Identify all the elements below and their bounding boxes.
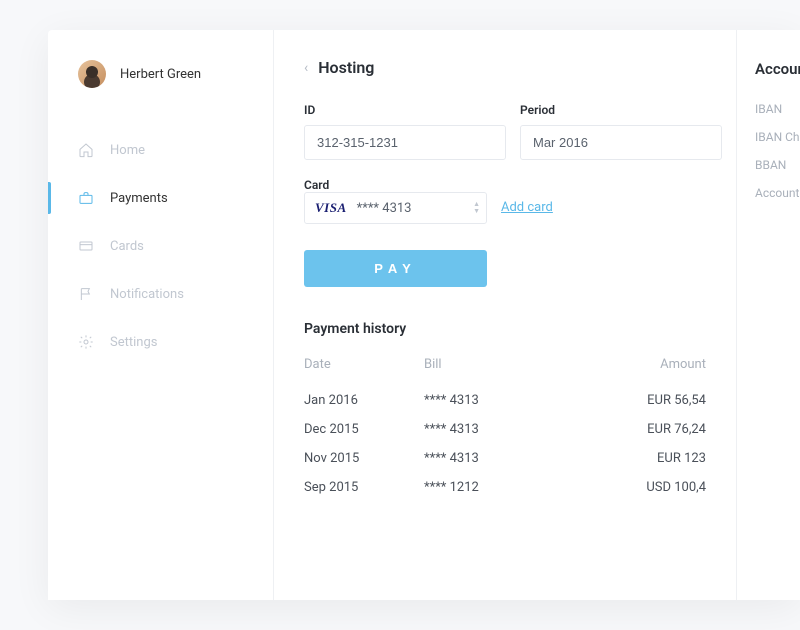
app-window: Herbert Green Home Payments Cards Notifi… [48, 30, 800, 600]
card-select[interactable]: VISA **** 4313 ▲▼ [304, 192, 487, 224]
nav-label: Cards [110, 239, 144, 254]
account-label: IBAN Check [755, 130, 800, 144]
nav-label: Home [110, 143, 145, 158]
account-label: BBAN [755, 158, 800, 172]
sidebar-item-cards[interactable]: Cards [48, 222, 273, 270]
account-label: Account Number [755, 186, 800, 200]
main-content: ‹ Hosting ID Period Card VISA **** 4313 … [274, 30, 736, 600]
cell-amount: USD 100,4 [616, 480, 706, 495]
profile-name: Herbert Green [120, 67, 201, 82]
cell-date: Sep 2015 [304, 480, 424, 495]
table-row: Sep 2015 **** 1212 USD 100,4 [304, 473, 706, 502]
sidebar-item-payments[interactable]: Payments [48, 174, 273, 222]
avatar [78, 60, 106, 88]
id-input[interactable] [304, 125, 506, 160]
title-row: ‹ Hosting [304, 58, 706, 77]
add-card-link[interactable]: Add card [501, 200, 553, 224]
cell-date: Jan 2016 [304, 393, 424, 408]
card-label: Card [304, 178, 706, 192]
table-row: Jan 2016 **** 4313 EUR 56,54 [304, 386, 706, 415]
cell-bill: **** 4313 [424, 451, 616, 466]
card-row: VISA **** 4313 ▲▼ Add card [304, 192, 706, 224]
nav: Home Payments Cards Notifications Settin… [48, 126, 273, 366]
field-period: Period [520, 103, 722, 160]
period-input[interactable] [520, 125, 722, 160]
profile[interactable]: Herbert Green [48, 60, 273, 126]
table-row: Dec 2015 **** 4313 EUR 76,24 [304, 415, 706, 444]
col-amount-header: Amount [616, 357, 706, 372]
col-bill-header: Bill [424, 357, 616, 372]
cell-amount: EUR 56,54 [616, 393, 706, 408]
sidebar-item-notifications[interactable]: Notifications [48, 270, 273, 318]
id-label: ID [304, 103, 506, 117]
cell-amount: EUR 76,24 [616, 422, 706, 437]
pay-button[interactable]: PAY [304, 250, 487, 287]
table-row: Nov 2015 **** 4313 EUR 123 [304, 444, 706, 473]
stepper-icon[interactable]: ▲▼ [473, 197, 480, 219]
period-label: Period [520, 103, 722, 117]
cell-amount: EUR 123 [616, 451, 706, 466]
flag-icon [78, 286, 94, 302]
card-masked: **** 4313 [357, 201, 412, 216]
card-icon [78, 238, 94, 254]
sidebar-item-home[interactable]: Home [48, 126, 273, 174]
cell-bill: **** 1212 [424, 480, 616, 495]
sidebar-item-settings[interactable]: Settings [48, 318, 273, 366]
home-icon [78, 142, 94, 158]
nav-label: Notifications [110, 287, 184, 302]
account-title: Account [755, 60, 800, 78]
account-label: IBAN [755, 102, 800, 116]
page-title: Hosting [318, 58, 374, 77]
history-title: Payment history [304, 321, 706, 337]
form-row-1: ID Period [304, 103, 706, 160]
cell-date: Nov 2015 [304, 451, 424, 466]
sidebar: Herbert Green Home Payments Cards Notifi… [48, 30, 274, 600]
visa-logo: VISA [315, 200, 347, 216]
history-head: Date Bill Amount [304, 357, 706, 372]
cell-bill: **** 4313 [424, 422, 616, 437]
briefcase-icon [78, 190, 94, 206]
back-chevron-icon[interactable]: ‹ [304, 60, 308, 76]
field-id: ID [304, 103, 506, 160]
field-card: Card [304, 178, 706, 192]
gear-icon [78, 334, 94, 350]
col-date-header: Date [304, 357, 424, 372]
history-table: Date Bill Amount Jan 2016 **** 4313 EUR … [304, 357, 706, 502]
nav-label: Settings [110, 335, 157, 350]
nav-label: Payments [110, 191, 168, 206]
account-panel: Account IBAN IBAN Check BBAN Account Num… [736, 30, 800, 600]
cell-bill: **** 4313 [424, 393, 616, 408]
cell-date: Dec 2015 [304, 422, 424, 437]
